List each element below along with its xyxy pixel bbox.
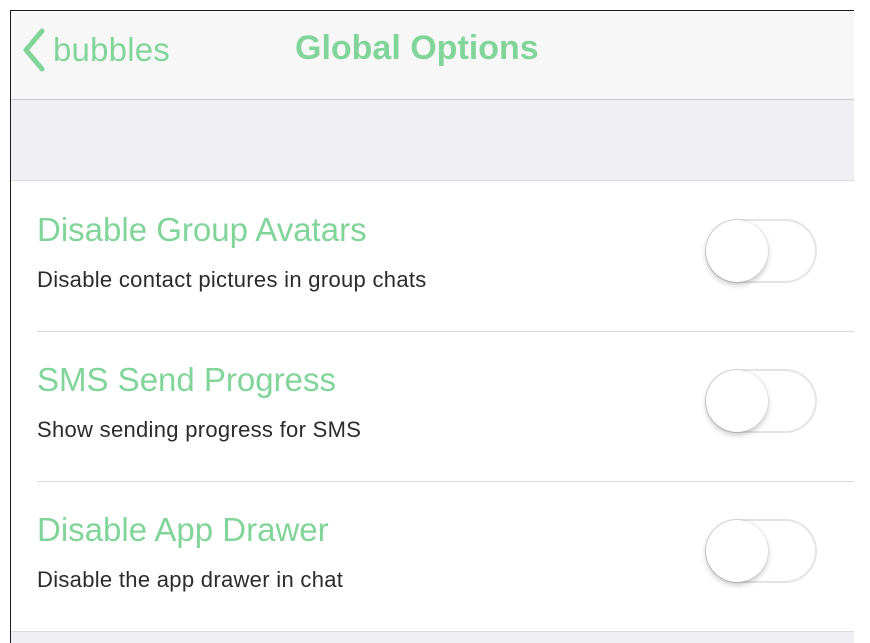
setting-subtitle: Disable the app drawer in chat xyxy=(37,567,344,592)
sms-send-progress-toggle[interactable] xyxy=(705,369,817,433)
chevron-left-icon xyxy=(21,27,47,73)
navigation-bar: bubbles Global Options xyxy=(11,11,854,100)
setting-subtitle: Show sending progress for SMS xyxy=(37,417,362,442)
back-button-label: bubbles xyxy=(53,31,170,68)
settings-list: Disable Group Avatars Disable contact pi… xyxy=(11,181,854,631)
setting-title: SMS Send Progress xyxy=(37,361,336,398)
setting-row-sms-send-progress: SMS Send Progress Show sending progress … xyxy=(11,331,854,481)
disable-group-avatars-toggle[interactable] xyxy=(705,219,817,283)
setting-row-disable-app-drawer: Disable App Drawer Disable the app drawe… xyxy=(11,481,854,631)
disable-app-drawer-toggle[interactable] xyxy=(705,519,817,583)
app-window: bubbles Global Options Disable Group Ava… xyxy=(10,10,854,643)
setting-title: Disable Group Avatars xyxy=(37,211,367,248)
toggle-knob xyxy=(706,370,768,432)
section-footer-spacer xyxy=(11,631,854,643)
toggle-knob xyxy=(706,220,768,282)
setting-subtitle: Disable contact pictures in group chats xyxy=(37,267,427,292)
toggle-knob xyxy=(706,520,768,582)
back-button[interactable]: bubbles xyxy=(21,25,170,75)
section-header-spacer xyxy=(11,100,854,181)
setting-row-disable-group-avatars: Disable Group Avatars Disable contact pi… xyxy=(11,181,854,331)
page-title: Global Options xyxy=(295,29,539,67)
setting-title: Disable App Drawer xyxy=(37,511,329,548)
